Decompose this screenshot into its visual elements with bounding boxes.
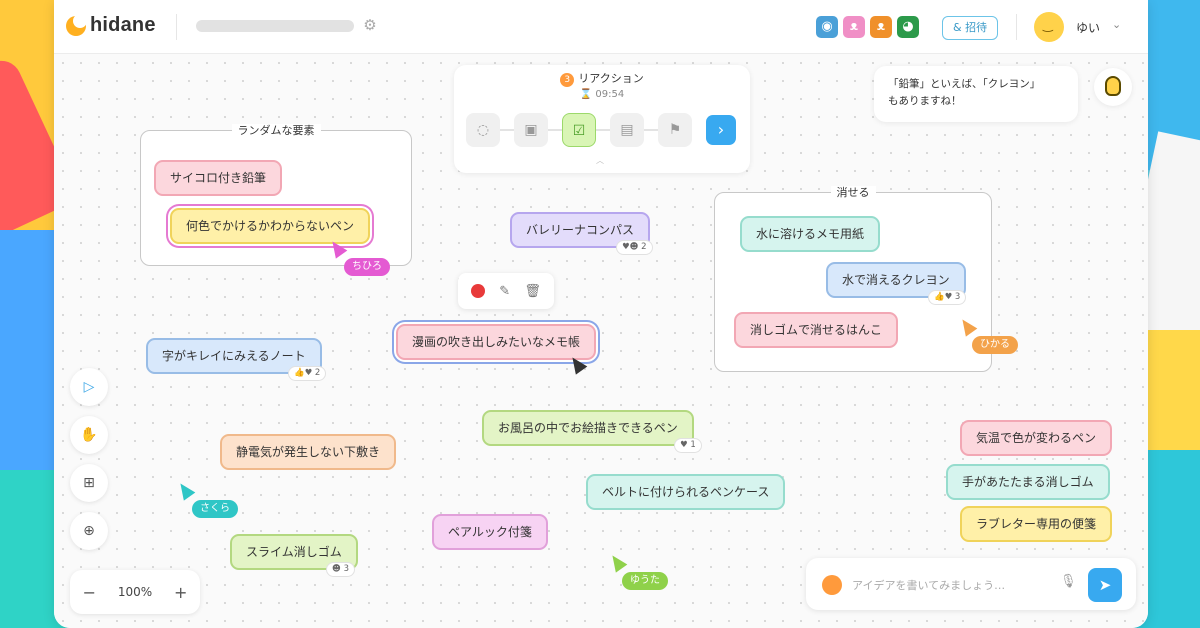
sticky-note[interactable]: 手があたたまる消しゴム	[946, 464, 1110, 500]
penguin-avatar-icon[interactable]: ◉	[816, 16, 838, 38]
app-window: hidane ⚙ ◉ ᴥ ᴥ ◕ & 招待 ゆい ⌄ 3リアクション ⌛ 09:…	[54, 0, 1148, 628]
suggestion-line: もありますね！	[888, 95, 962, 107]
sticky-note[interactable]: 気温で色が変わるペン	[960, 420, 1113, 456]
sticky-note[interactable]: ラブレター専用の便箋	[960, 506, 1113, 542]
reaction-badge[interactable]: ☻ 3	[326, 562, 355, 577]
mic-icon[interactable]: 🎙	[1060, 574, 1077, 589]
next-step-button[interactable]: ›	[706, 115, 736, 145]
zoom-out-button[interactable]: −	[79, 583, 99, 602]
bulb-step-icon[interactable]: ◌	[466, 113, 500, 147]
add-frame-icon[interactable]: ⊞	[70, 464, 108, 502]
step-connector	[644, 129, 658, 131]
suggestion-line: 「鉛筆」といえば、「クレヨン」	[888, 78, 1041, 90]
step-list: ◌ ▣ ☑ ▤ ⚑ ›	[466, 113, 736, 147]
zoom-in-button[interactable]: +	[171, 583, 191, 602]
cursor-tag: ちひろ	[344, 258, 390, 276]
reaction-panel-header: 3 リアクション	[454, 70, 750, 87]
cursor-arrow-icon	[174, 479, 196, 501]
trash-icon[interactable]: 🗑	[524, 284, 541, 299]
hand-tool-icon[interactable]: ✋	[70, 416, 108, 454]
collapse-caret-icon[interactable]: ︿	[596, 155, 604, 166]
timer: ⌛ 09:54	[579, 89, 625, 100]
divider	[1016, 14, 1017, 40]
sticky-note[interactable]: 水に溶けるメモ用紙	[740, 216, 881, 252]
sticky-note[interactable]: 漫画の吹き出しみたいなメモ帳	[396, 324, 597, 360]
zoom-control: − 100% +	[70, 570, 200, 614]
reaction-step-icon[interactable]: ☑	[562, 113, 596, 147]
reaction-badge[interactable]: 👍♥ 3	[928, 290, 967, 305]
idea-composer: 🎙 ➤	[806, 558, 1136, 610]
cursor-arrow-icon	[606, 551, 628, 573]
invite-button[interactable]: & 招待	[942, 16, 999, 40]
user-avatar[interactable]	[1034, 12, 1064, 42]
select-tool-icon[interactable]: ▷	[70, 368, 108, 406]
flag-step-icon[interactable]: ⚑	[658, 113, 692, 147]
send-button[interactable]: ➤	[1088, 568, 1122, 602]
step-number-badge: 3	[560, 73, 575, 87]
logo[interactable]: hidane	[66, 13, 156, 37]
step-connector	[500, 129, 514, 131]
step-connector	[548, 129, 562, 131]
reaction-badge[interactable]: ♥ 1	[674, 438, 702, 453]
group-title: ランダムな要素	[141, 122, 411, 138]
avatar	[822, 575, 842, 595]
board-title-field[interactable]	[196, 20, 354, 32]
group-title: 消せる	[715, 184, 991, 200]
idea-input[interactable]	[852, 571, 1072, 599]
reaction-panel: 3 リアクション ⌛ 09:54 ◌ ▣ ☑ ▤ ⚑ › ︿	[454, 65, 750, 173]
gear-icon[interactable]: ⚙	[361, 16, 379, 34]
sticky-note[interactable]: サイコロ付き鉛筆	[154, 160, 283, 196]
sticky-note[interactable]: ベルトに付けられるペンケース	[586, 474, 786, 510]
logo-text: hidane	[90, 14, 156, 36]
top-bar: hidane ⚙ ◉ ᴥ ᴥ ◕ & 招待 ゆい ⌄	[54, 0, 1148, 54]
zoom-level: 100%	[117, 585, 153, 599]
cursor-tag: さくら	[192, 500, 238, 518]
sticky-note[interactable]: ペアルック付箋	[432, 514, 548, 550]
sticky-note[interactable]: お風呂の中でお絵描きできるペン	[482, 410, 694, 446]
panda-avatar-icon[interactable]: ◕	[897, 16, 919, 38]
sticky-note[interactable]: 何色でかけるかわからないペン	[170, 208, 371, 244]
rabbit-avatar-icon[interactable]: ᴥ	[843, 16, 865, 38]
user-name[interactable]: ゆい	[1076, 19, 1100, 36]
add-note-icon[interactable]: ⊕	[70, 512, 108, 550]
reaction-panel-title: リアクション	[578, 72, 644, 85]
suggestion-bubble: 「鉛筆」といえば、「クレヨン」 もありますね！	[874, 66, 1078, 122]
board-canvas[interactable]: 3 リアクション ⌛ 09:54 ◌ ▣ ☑ ▤ ⚑ › ︿ 「鉛筆」といえば、「…	[54, 54, 1148, 628]
step-connector	[596, 129, 610, 131]
logo-mark-icon	[66, 13, 87, 36]
color-dot-icon[interactable]	[471, 284, 486, 298]
divider	[176, 14, 177, 40]
bear-avatar-icon[interactable]: ᴥ	[870, 16, 892, 38]
group-frame[interactable]: ランダムな要素	[140, 124, 412, 266]
chevron-down-icon[interactable]: ⌄	[1112, 18, 1121, 31]
reaction-badge[interactable]: 👍♥ 2	[288, 366, 327, 381]
member-list: ◉ ᴥ ᴥ ◕	[816, 16, 919, 38]
cursor-tag: ひかる	[972, 336, 1018, 354]
sticky-note[interactable]: 消しゴムで消せるはんこ	[734, 312, 899, 348]
edit-icon[interactable]: ✎	[499, 284, 510, 299]
bulb-icon[interactable]	[1094, 68, 1132, 106]
reaction-badge[interactable]: ♥☻ 2	[616, 240, 653, 255]
frame-step-icon[interactable]: ▣	[514, 113, 548, 147]
chat-step-icon[interactable]: ▤	[610, 113, 644, 147]
sticky-note[interactable]: 静電気が発生しない下敷き	[220, 434, 397, 470]
cursor-tag: ゆうた	[622, 572, 668, 590]
note-edit-toolbar: ✎ 🗑	[458, 273, 554, 309]
